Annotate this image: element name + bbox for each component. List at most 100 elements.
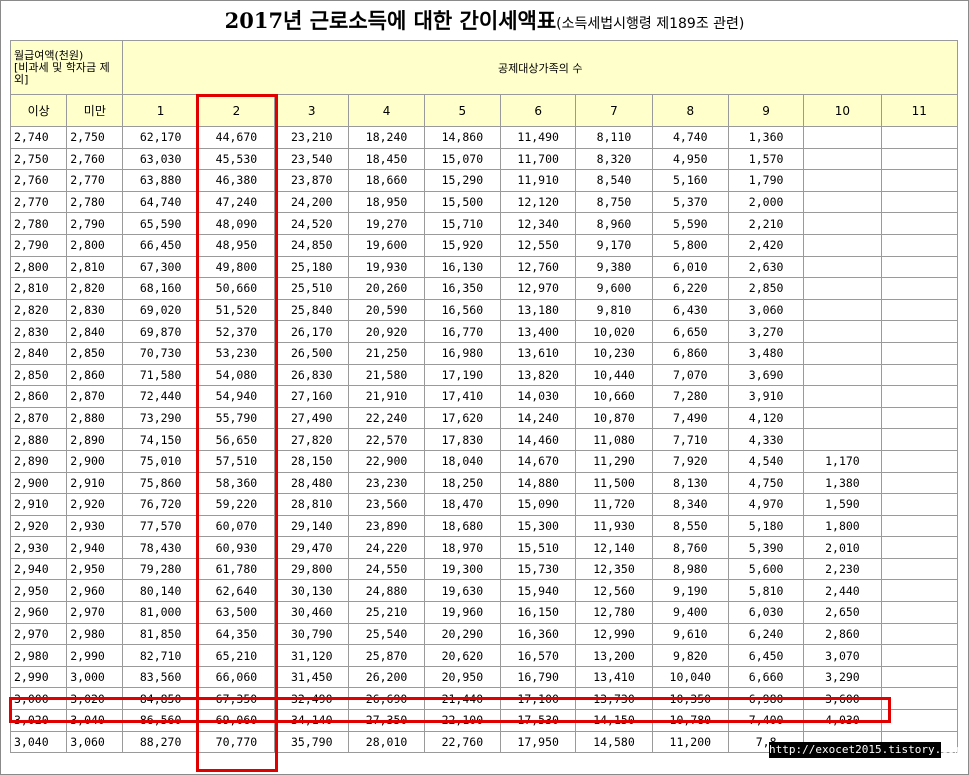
cell-value: 5,160 (672, 173, 708, 188)
column-header-family-8: 8 (651, 94, 729, 127)
cell-value: 63,500 (215, 605, 258, 620)
cell-tax: 16,350 (423, 277, 502, 300)
cell-value: 67,350 (215, 691, 258, 706)
cell-tax: 12,140 (575, 536, 653, 559)
cell-tax: 1,590 (803, 493, 882, 516)
cell-tax: 16,770 (423, 320, 502, 343)
cell-tax: 6,430 (651, 298, 729, 322)
cell-tax: 15,090 (500, 493, 577, 516)
cell-value: 13,180 (517, 303, 559, 318)
cell-value: 30,130 (290, 583, 333, 598)
cell-tax: 2,230 (803, 557, 882, 581)
cell-tax: 5,370 (651, 190, 729, 214)
cell-tax (880, 579, 959, 603)
cell-tax: 23,560 (348, 493, 425, 516)
cell-tax: 60,930 (197, 536, 276, 559)
cell-tax: 15,710 (423, 212, 502, 235)
cell-tax: 23,870 (274, 169, 350, 192)
cell-value: 23,230 (365, 475, 408, 490)
cell-tax: 7,280 (651, 385, 729, 408)
cell-value: 15,920 (441, 238, 484, 253)
cell-value: 65,590 (139, 216, 182, 231)
cell-value: 49,800 (215, 259, 258, 274)
cell-tax: 12,120 (500, 190, 577, 214)
cell-value: 57,510 (215, 454, 258, 469)
cell-tax (803, 147, 882, 171)
cell-value: 8,980 (672, 562, 708, 577)
cell-value: 45,530 (215, 151, 258, 166)
cell-tax: 4,330 (727, 428, 805, 451)
cell-value: 7,070 (672, 367, 708, 382)
cell-value: 23,210 (290, 130, 333, 145)
cell-tax: 1,800 (803, 514, 882, 538)
cell-value: 4,540 (748, 454, 784, 469)
cell-tax: 78,430 (122, 536, 199, 559)
cell-tax: 18,250 (423, 471, 502, 495)
table-row: 2,770 2,780 64,740 47,240 24,200 18,950 15,500… (9, 190, 959, 214)
cell-value: 81,000 (139, 605, 182, 620)
cell-value: 1,790 (748, 173, 784, 188)
cell-value: 18,470 (441, 497, 484, 512)
cell-tax: 49,800 (197, 255, 276, 279)
cell-value: 61,780 (215, 562, 258, 577)
cell-value: 69,870 (139, 324, 182, 339)
cell-tax: 63,500 (197, 601, 276, 624)
cell-value: 60,930 (215, 540, 258, 555)
cell-min: 2,840 (9, 341, 68, 365)
cell-tax: 10,350 (651, 687, 729, 711)
table-row: 3,020 3,040 86,560 69,060 34,140 27,350 22,100… (9, 709, 959, 732)
cell-tax: 81,850 (122, 622, 199, 646)
cell-value: 44,670 (215, 130, 258, 145)
cell-value: 9,190 (672, 583, 708, 598)
cell-tax: 9,170 (575, 233, 653, 257)
cell-value: 2,010 (825, 540, 860, 555)
cell-value: 5,600 (748, 562, 784, 577)
cell-tax: 8,130 (651, 471, 729, 495)
cell-value: 9,400 (672, 605, 708, 620)
table-row: 2,990 3,000 83,560 66,060 31,450 26,200 20,950… (9, 665, 959, 689)
cell-value: 4,740 (672, 130, 708, 145)
cell-tax: 5,800 (651, 233, 729, 257)
column-header-family-3: 3 (274, 94, 350, 127)
cell-tax: 19,630 (423, 579, 502, 603)
cell-tax: 18,240 (348, 126, 425, 149)
cell-value: 1,380 (825, 475, 860, 490)
cell-tax (880, 557, 959, 581)
cell-value: 35,790 (290, 734, 333, 749)
cell-tax: 3,480 (727, 341, 805, 365)
cell-value: 16,980 (441, 346, 484, 361)
cell-tax: 16,360 (500, 622, 577, 646)
cell-tax: 15,290 (423, 169, 502, 192)
cell-max: 2,880 (66, 406, 124, 430)
family-count-header: 공제대상가족의 수 (122, 40, 958, 95)
cell-tax (880, 320, 959, 343)
cell-tax (803, 233, 882, 257)
cell-tax: 16,570 (500, 644, 577, 667)
cell-tax (803, 406, 882, 430)
cell-tax: 66,060 (197, 665, 276, 689)
cell-value: 3,290 (825, 670, 860, 685)
cell-min: 2,790 (9, 233, 68, 257)
cell-tax: 30,790 (274, 622, 350, 646)
cell-tax: 4,750 (727, 471, 805, 495)
cell-tax: 6,980 (727, 687, 805, 711)
cell-tax: 22,240 (348, 406, 425, 430)
cell-value: 9,820 (672, 648, 708, 663)
cell-value: 6,650 (672, 324, 708, 339)
cell-tax: 9,810 (575, 298, 653, 322)
cell-value: 10,780 (669, 713, 712, 728)
cell-tax (803, 428, 882, 451)
cell-tax: 88,270 (122, 730, 199, 754)
cell-value: 76,720 (139, 497, 182, 512)
cell-tax: 18,470 (423, 493, 502, 516)
cell-value: 24,880 (365, 583, 408, 598)
cell-tax: 80,140 (122, 579, 199, 603)
table-row: 2,790 2,800 66,450 48,950 24,850 19,600 15,920… (9, 233, 959, 257)
cell-tax: 19,270 (348, 212, 425, 235)
cell-tax (880, 212, 959, 235)
cell-tax: 48,090 (197, 212, 276, 235)
cell-tax: 10,040 (651, 665, 729, 689)
cell-value: 27,490 (290, 411, 333, 426)
cell-tax: 70,770 (197, 730, 276, 754)
cell-tax: 4,120 (727, 406, 805, 430)
